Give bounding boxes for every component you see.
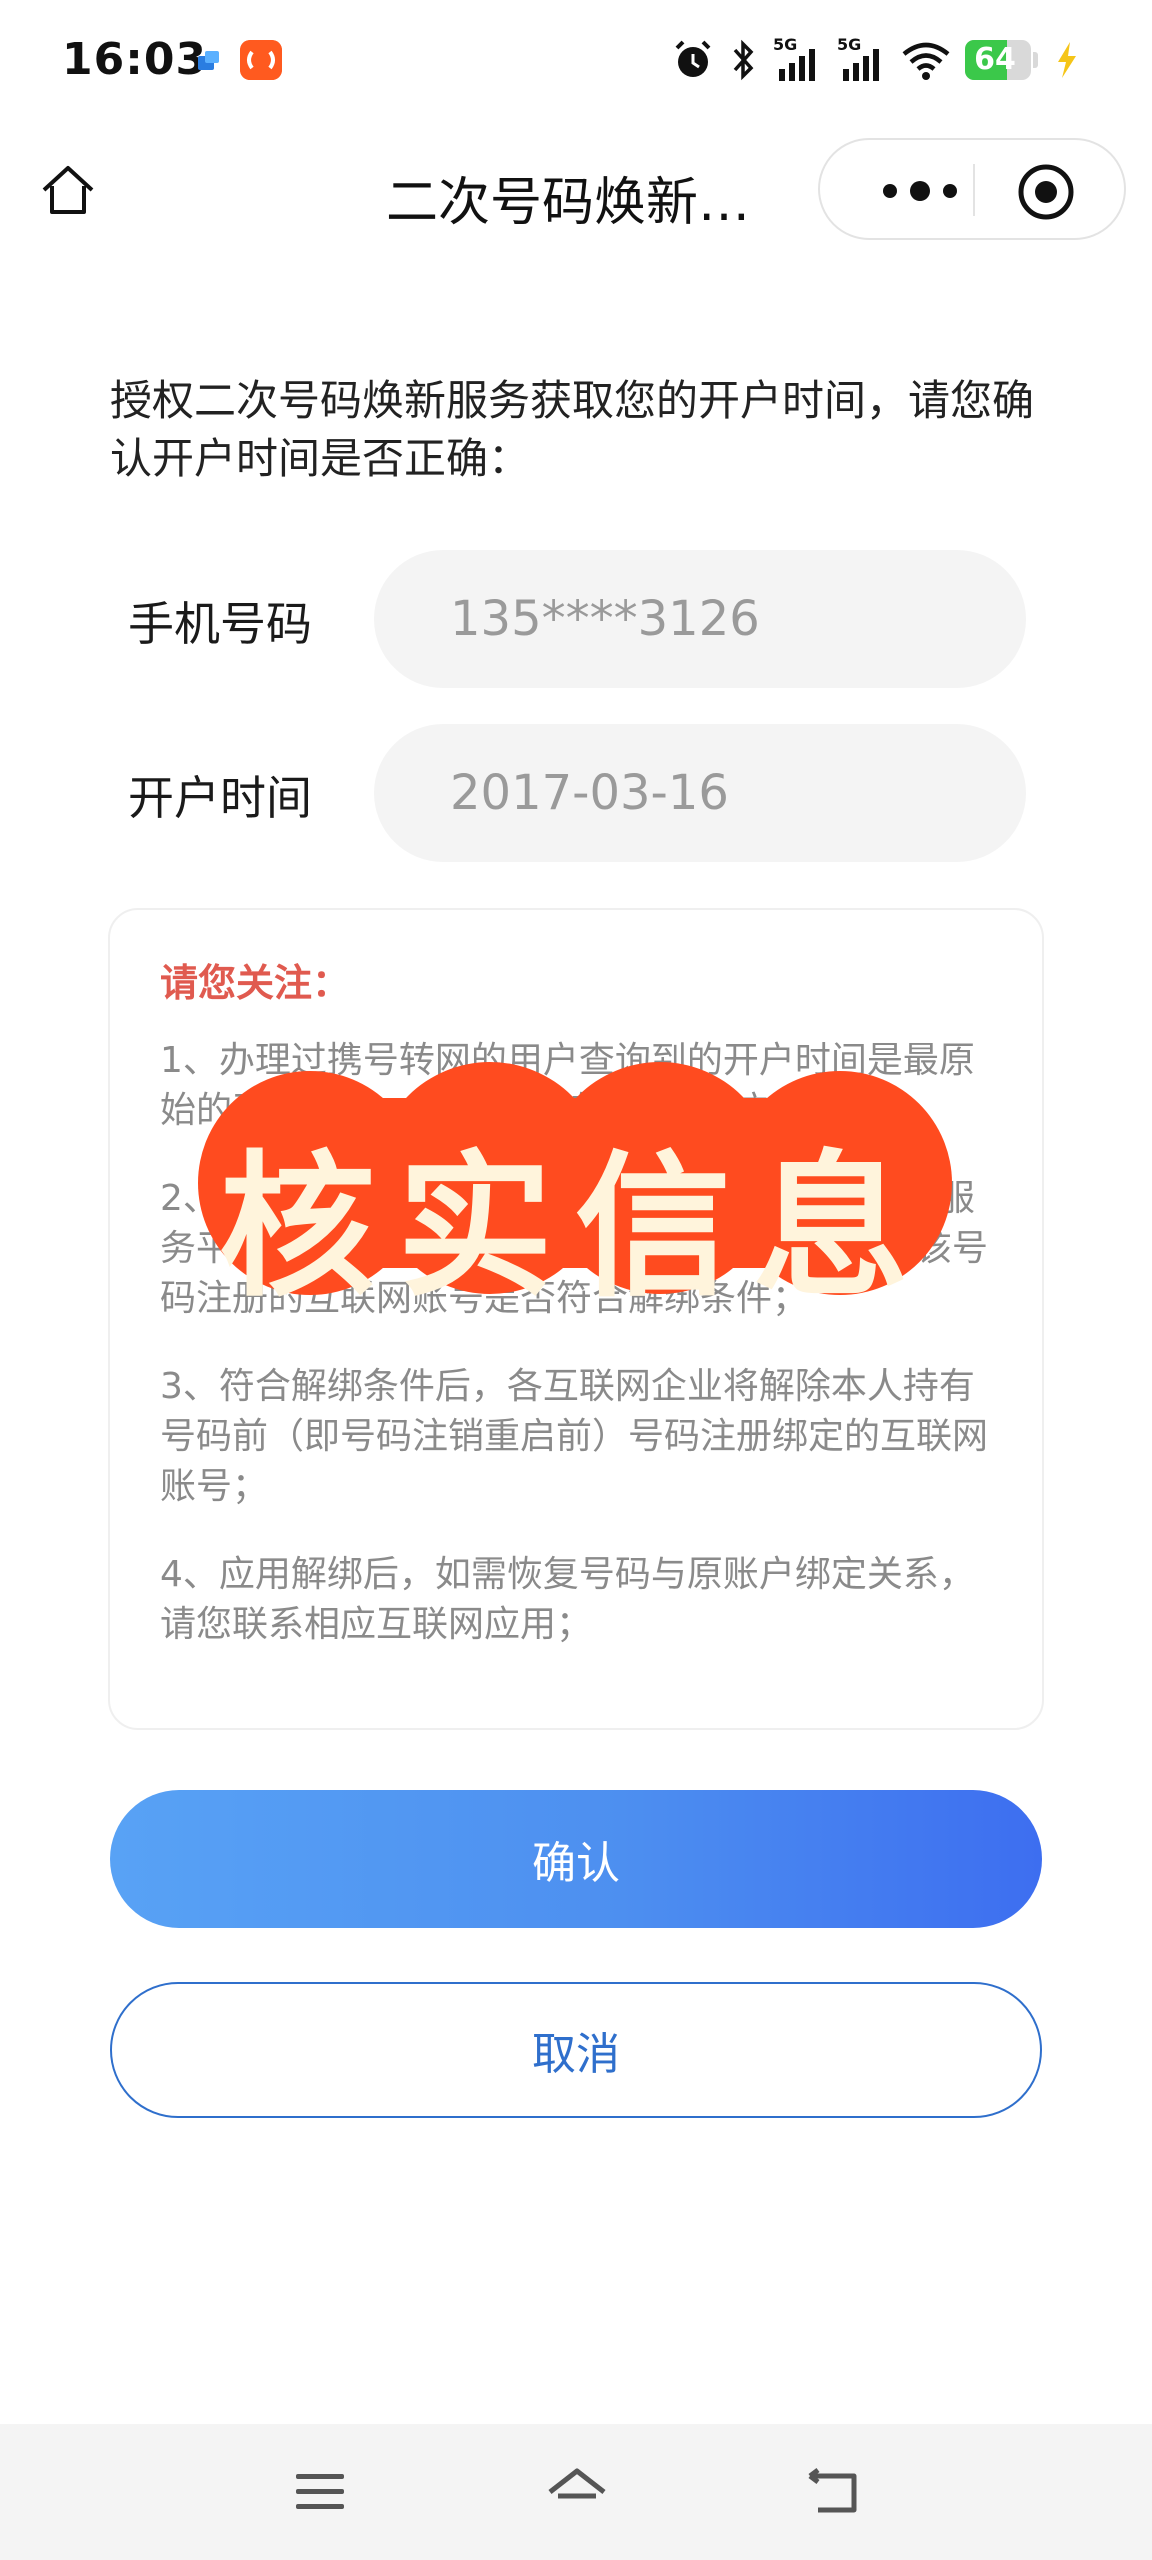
menu-icon[interactable] — [292, 2466, 348, 2518]
cancel-button[interactable]: 取消 — [110, 1982, 1042, 2118]
app-notification-icon — [198, 51, 219, 70]
system-navigation-bar — [0, 2424, 1152, 2560]
bluetooth-icon — [733, 39, 754, 81]
back-icon[interactable] — [806, 2466, 862, 2518]
wifi-icon — [902, 42, 950, 80]
open-date-label: 开户时间 — [128, 771, 312, 825]
capsule-menu — [818, 138, 1126, 240]
phone-label: 手机号码 — [128, 597, 312, 651]
battery-level: 64 — [974, 42, 1016, 77]
shopping-app-notification-icon — [240, 40, 282, 80]
authorization-intro-text: 授权二次号码焕新服务获取您的开户时间，请您确认开户时间是否正确： — [110, 376, 1035, 483]
open-date-field — [374, 724, 1026, 862]
close-mini-program-icon[interactable] — [1016, 162, 1076, 222]
phone-field — [374, 550, 1026, 688]
charging-bolt-icon — [1058, 42, 1076, 78]
confirm-button[interactable]: 确认 — [110, 1790, 1042, 1928]
status-icons: 5G 5G 64 — [671, 34, 1082, 86]
more-options-icon[interactable] — [868, 174, 978, 208]
cellular-signal-1-icon: 5G — [773, 35, 823, 83]
open-date-input[interactable] — [374, 724, 1026, 862]
alarm-icon — [675, 40, 711, 77]
battery-cap — [1033, 52, 1038, 68]
notice-item-4: 4、应用解绑后，如需恢复号码与原账户绑定关系，请您联系相应互联网应用； — [160, 1554, 975, 1645]
phone-input[interactable] — [374, 550, 1026, 688]
page-title: 二次号码焕新… — [386, 173, 751, 233]
mini-program-nav-bar: 二次号码焕新… — [0, 130, 1152, 250]
cellular-signal-2-icon: 5G — [837, 35, 887, 83]
status-bar: 16:03 5G 5G 64 — [0, 0, 1152, 120]
battery-icon: 64 — [965, 40, 1031, 80]
capsule-divider — [973, 164, 975, 216]
home-icon[interactable] — [36, 158, 100, 222]
stamp-text: 核实信息 — [219, 1135, 931, 1318]
notice-item-3: 3、符合解绑条件后，各互联网企业将解除本人持有号码前（即号码注销重启前）号码注册… — [160, 1366, 989, 1507]
status-time: 16:03 — [62, 34, 208, 85]
verify-info-stamp: 核实信息 — [190, 1058, 960, 1318]
notice-title: 请您关注： — [160, 961, 351, 1005]
system-home-icon[interactable] — [546, 2466, 608, 2518]
